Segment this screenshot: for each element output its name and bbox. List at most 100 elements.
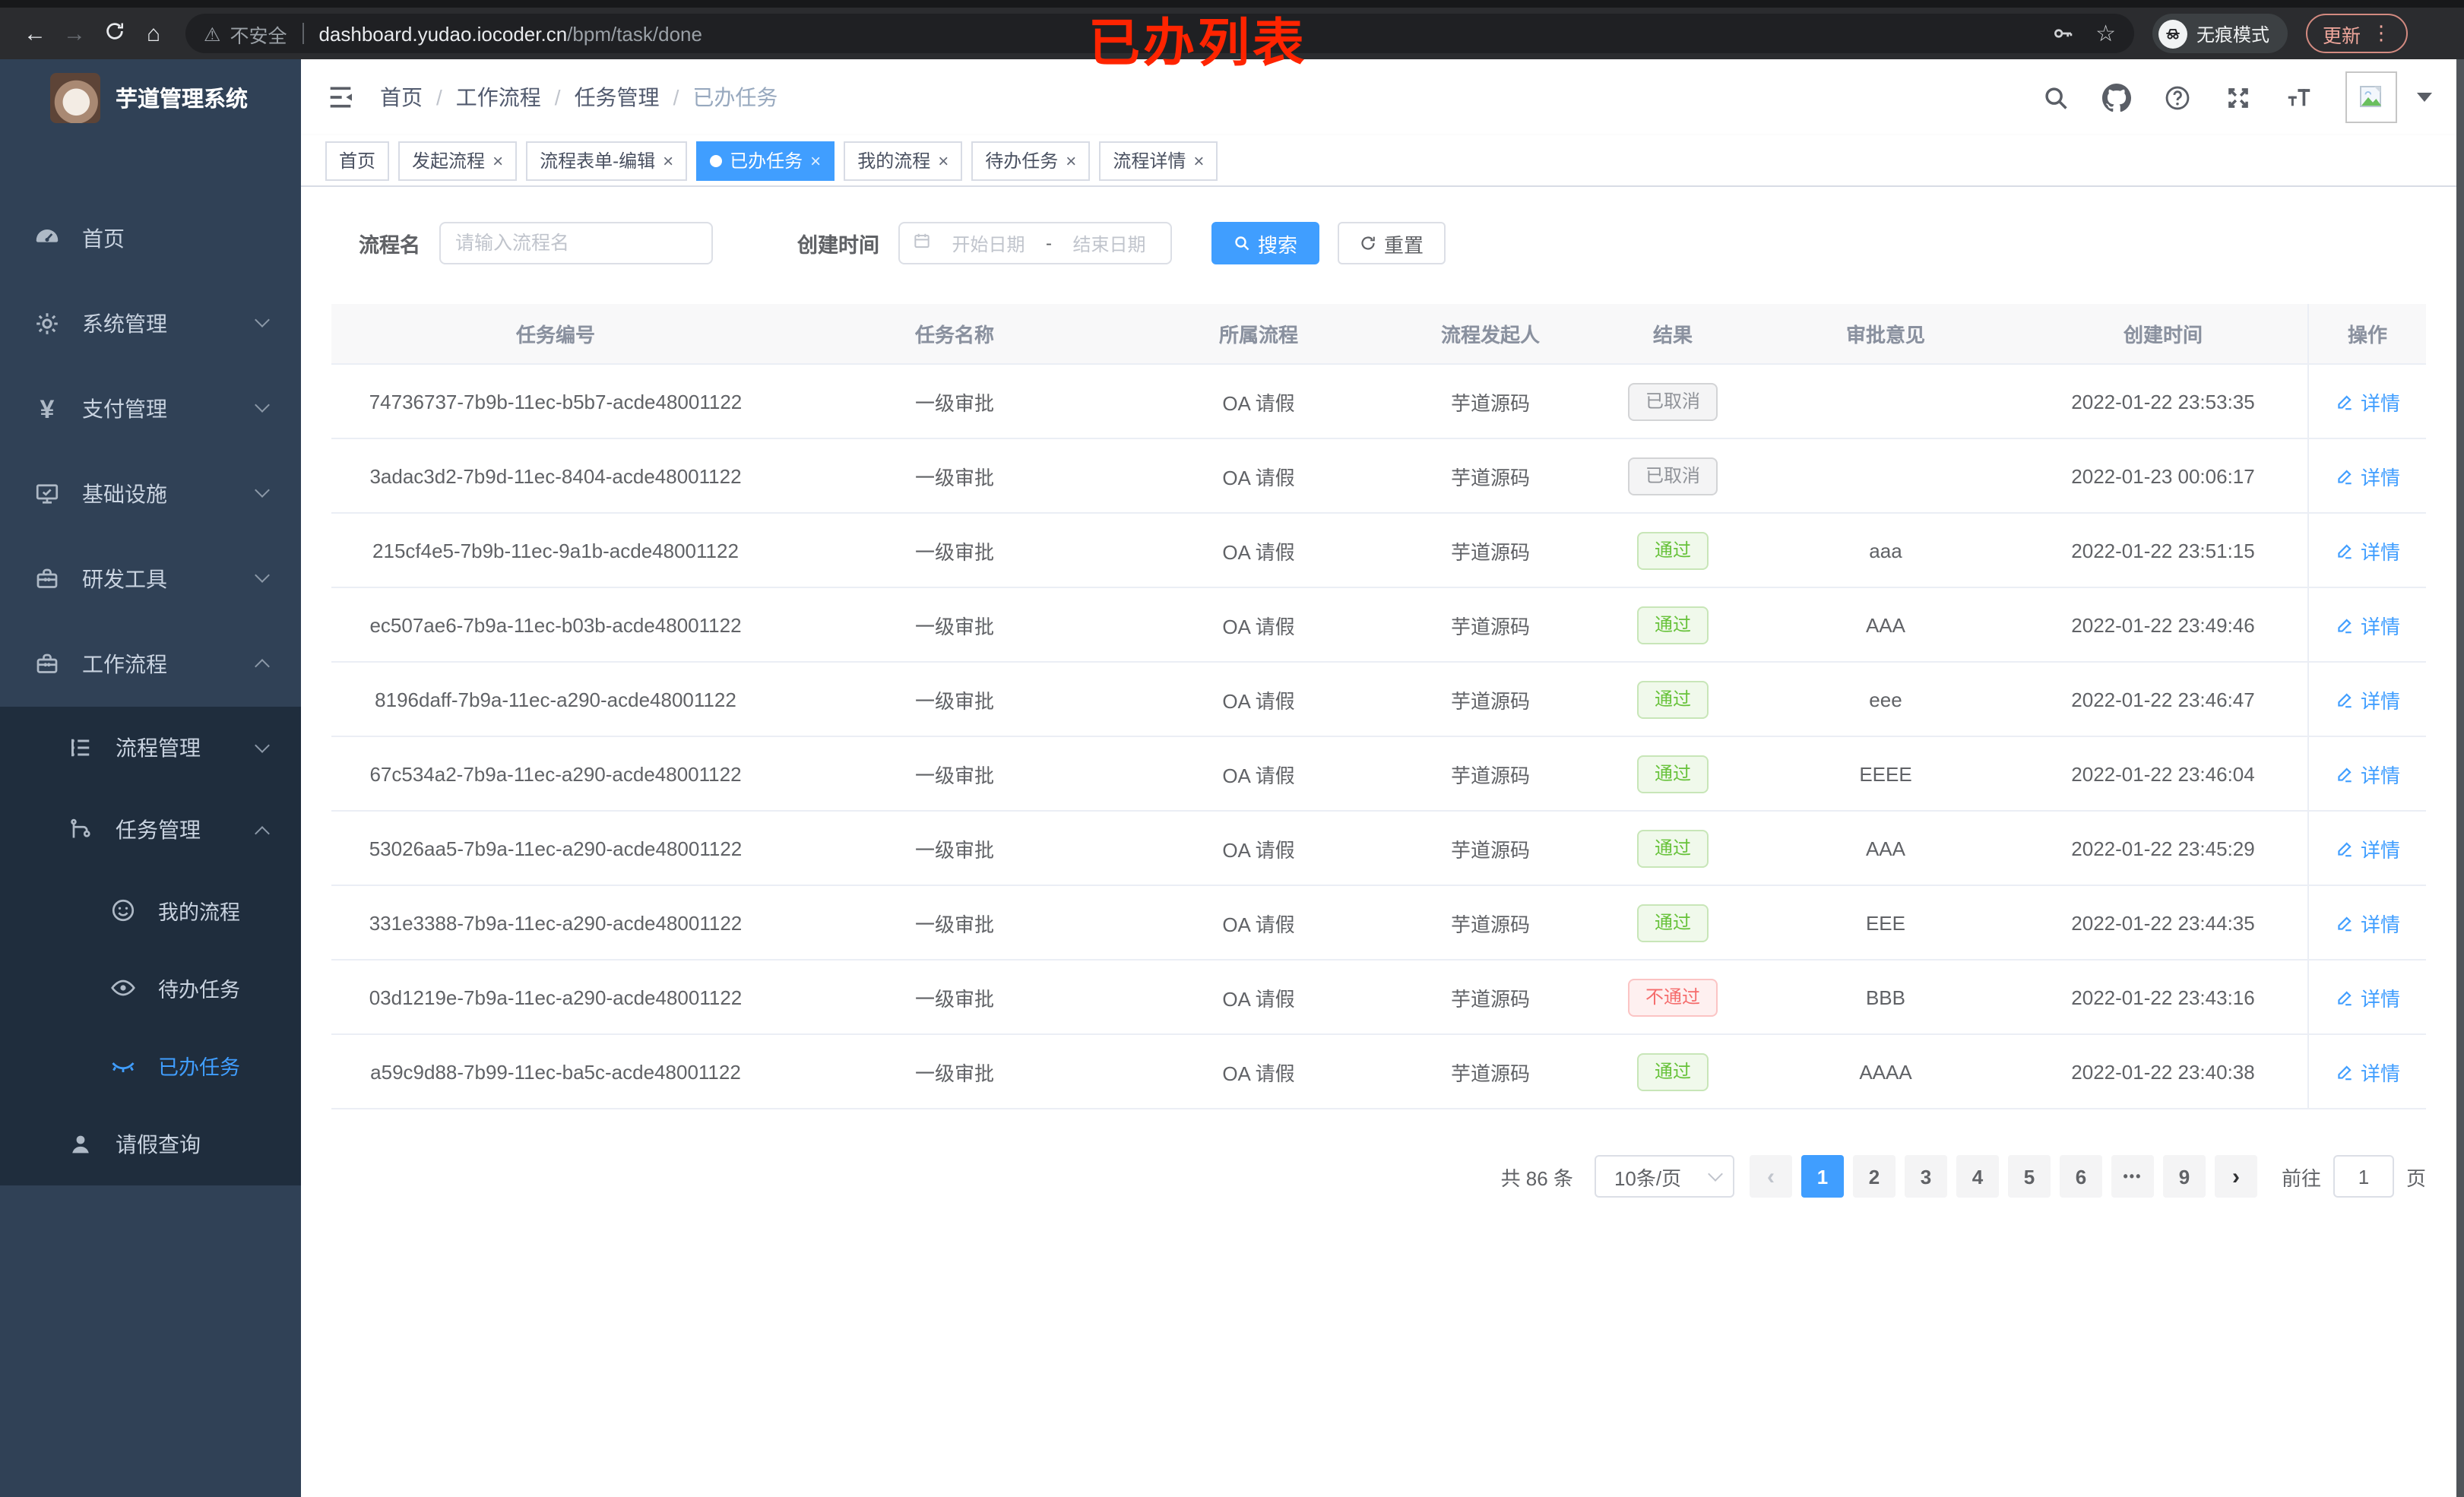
avatar-dropdown-caret-icon[interactable] bbox=[2417, 93, 2432, 102]
page-button-9[interactable]: 9 bbox=[2162, 1155, 2206, 1198]
process-name: OA 请假 bbox=[1222, 1062, 1295, 1084]
reset-button[interactable]: 重置 bbox=[1337, 222, 1446, 264]
starter: 芋道源码 bbox=[1450, 689, 1530, 712]
edit-icon bbox=[2338, 618, 2352, 633]
breadcrumb-workflow[interactable]: 工作流程 bbox=[456, 82, 541, 112]
starter: 芋道源码 bbox=[1450, 913, 1530, 935]
close-icon[interactable]: × bbox=[663, 150, 673, 171]
range-separator: - bbox=[1046, 233, 1052, 254]
browser-menu-icon[interactable]: ⋮ bbox=[2371, 21, 2391, 46]
detail-link[interactable]: 详情 bbox=[2335, 685, 2400, 714]
sidebar-item-home[interactable]: 首页 bbox=[0, 196, 301, 281]
starter: 芋道源码 bbox=[1450, 615, 1530, 638]
page-button-4[interactable]: 4 bbox=[1956, 1155, 1999, 1198]
tab-start-process[interactable]: 发起流程 × bbox=[398, 141, 518, 180]
sidebar-item-my-process[interactable]: 我的流程 bbox=[0, 871, 301, 948]
detail-link[interactable]: 详情 bbox=[2335, 1057, 2400, 1086]
table-row: 53026aa5-7b9a-11ec-a290-acde48001122 一级审… bbox=[331, 812, 2426, 886]
forward-icon[interactable]: → bbox=[55, 21, 94, 46]
tab-process-detail[interactable]: 流程详情 × bbox=[1099, 141, 1218, 180]
create-time: 2022-01-22 23:43:16 bbox=[2071, 986, 2255, 1008]
avatar[interactable] bbox=[2345, 71, 2397, 123]
more-pages-button[interactable]: ••• bbox=[2111, 1155, 2154, 1198]
comment: AAA bbox=[1865, 613, 1905, 636]
chevron-down-icon bbox=[255, 738, 270, 753]
page-button-6[interactable]: 6 bbox=[2059, 1155, 2102, 1198]
sidebar-item-label: 我的流程 bbox=[158, 900, 240, 923]
search-button[interactable]: 搜索 bbox=[1211, 222, 1319, 264]
breadcrumb-home[interactable]: 首页 bbox=[380, 82, 423, 112]
page-button-2[interactable]: 2 bbox=[1852, 1155, 1896, 1198]
scrollbar[interactable] bbox=[2456, 59, 2464, 1497]
breadcrumb-task-management[interactable]: 任务管理 bbox=[575, 82, 660, 112]
app-logo-row[interactable]: 芋道管理系统 bbox=[0, 59, 301, 135]
page-button-3[interactable]: 3 bbox=[1904, 1155, 1947, 1198]
sidebar-item-task-management[interactable]: 任务管理 bbox=[0, 789, 301, 871]
detail-link[interactable]: 详情 bbox=[2335, 759, 2400, 788]
detail-link[interactable]: 详情 bbox=[2335, 610, 2400, 639]
face-icon bbox=[109, 896, 137, 923]
browser-update-button[interactable]: 更新 ⋮ bbox=[2306, 14, 2409, 53]
goto-page-input[interactable] bbox=[2333, 1155, 2394, 1198]
prev-page-button[interactable]: ‹ bbox=[1749, 1155, 1792, 1198]
page-button-1[interactable]: 1 bbox=[1800, 1155, 1844, 1198]
result-badge: 通过 bbox=[1637, 606, 1708, 644]
search-icon[interactable] bbox=[2041, 83, 2070, 112]
sidebar-item-system[interactable]: 系统管理 bbox=[0, 281, 301, 366]
home-icon[interactable]: ⌂ bbox=[134, 21, 173, 46]
navbar-actions bbox=[2041, 71, 2432, 123]
back-icon[interactable]: ← bbox=[15, 21, 55, 46]
password-key-icon[interactable] bbox=[2050, 21, 2074, 46]
help-icon[interactable] bbox=[2163, 83, 2192, 112]
tab-todo-tasks[interactable]: 待办任务 × bbox=[971, 141, 1091, 180]
result-badge: 已取消 bbox=[1628, 382, 1717, 420]
result-badge: 已取消 bbox=[1628, 457, 1717, 495]
close-icon[interactable]: × bbox=[1066, 150, 1076, 171]
sidebar-item-workflow[interactable]: 工作流程 bbox=[0, 622, 301, 707]
create-time-range-picker[interactable]: 开始日期 - 结束日期 bbox=[898, 222, 1171, 264]
table-row: 03d1219e-7b9a-11ec-a290-acde48001122 一级审… bbox=[331, 961, 2426, 1035]
detail-link[interactable]: 详情 bbox=[2335, 908, 2400, 937]
close-icon[interactable]: × bbox=[492, 150, 503, 171]
goto-label: 前往 bbox=[2281, 1166, 2321, 1189]
font-size-icon[interactable] bbox=[2285, 83, 2314, 112]
sidebar-collapse-icon[interactable] bbox=[325, 82, 356, 112]
tab-my-process[interactable]: 我的流程 × bbox=[844, 141, 963, 180]
sidebar-item-infrastructure[interactable]: 基础设施 bbox=[0, 451, 301, 536]
sidebar-item-label: 基础设施 bbox=[82, 482, 167, 506]
task-name: 一级审批 bbox=[914, 689, 994, 712]
reload-icon[interactable] bbox=[94, 19, 134, 48]
url-path: /bpm/task/done bbox=[567, 22, 702, 45]
detail-link[interactable]: 详情 bbox=[2335, 983, 2400, 1011]
close-icon[interactable]: × bbox=[810, 150, 821, 171]
sidebar-item-todo-tasks[interactable]: 待办任务 bbox=[0, 948, 301, 1026]
detail-link[interactable]: 详情 bbox=[2335, 834, 2400, 862]
next-page-button[interactable]: › bbox=[2214, 1155, 2257, 1198]
annotation-title: 已办列表 bbox=[1088, 15, 1307, 73]
tab-process-form-edit[interactable]: 流程表单-编辑 × bbox=[526, 141, 688, 180]
page-size-select[interactable]: 10条/页 bbox=[1594, 1155, 1734, 1198]
bookmark-star-icon[interactable]: ☆ bbox=[2095, 20, 2116, 47]
comment: AAAA bbox=[1859, 1060, 1912, 1083]
sidebar-item-process-management[interactable]: 流程管理 bbox=[0, 707, 301, 789]
detail-link[interactable]: 详情 bbox=[2335, 461, 2400, 490]
tab-home[interactable]: 首页 bbox=[325, 141, 390, 180]
tab-done-tasks[interactable]: 已办任务 × bbox=[696, 141, 835, 180]
process-name: OA 请假 bbox=[1222, 838, 1295, 861]
detail-link[interactable]: 详情 bbox=[2335, 387, 2400, 416]
sidebar-item-dev-tools[interactable]: 研发工具 bbox=[0, 536, 301, 622]
close-icon[interactable]: × bbox=[1193, 150, 1204, 171]
sidebar-item-leave-query[interactable]: 请假查询 bbox=[0, 1103, 301, 1185]
page-button-5[interactable]: 5 bbox=[2007, 1155, 2051, 1198]
sidebar-item-payment[interactable]: ¥ 支付管理 bbox=[0, 366, 301, 451]
start-date-placeholder: 开始日期 bbox=[952, 233, 1025, 255]
process-name-input[interactable] bbox=[439, 222, 712, 264]
sidebar-item-label: 任务管理 bbox=[116, 818, 201, 842]
close-icon[interactable]: × bbox=[938, 150, 949, 171]
detail-link[interactable]: 详情 bbox=[2335, 536, 2400, 565]
sidebar-item-done-tasks[interactable]: 已办任务 bbox=[0, 1026, 301, 1103]
github-icon[interactable] bbox=[2102, 83, 2131, 112]
fullscreen-icon[interactable] bbox=[2224, 83, 2253, 112]
yen-icon: ¥ bbox=[40, 394, 55, 423]
process-name: OA 请假 bbox=[1222, 615, 1295, 638]
